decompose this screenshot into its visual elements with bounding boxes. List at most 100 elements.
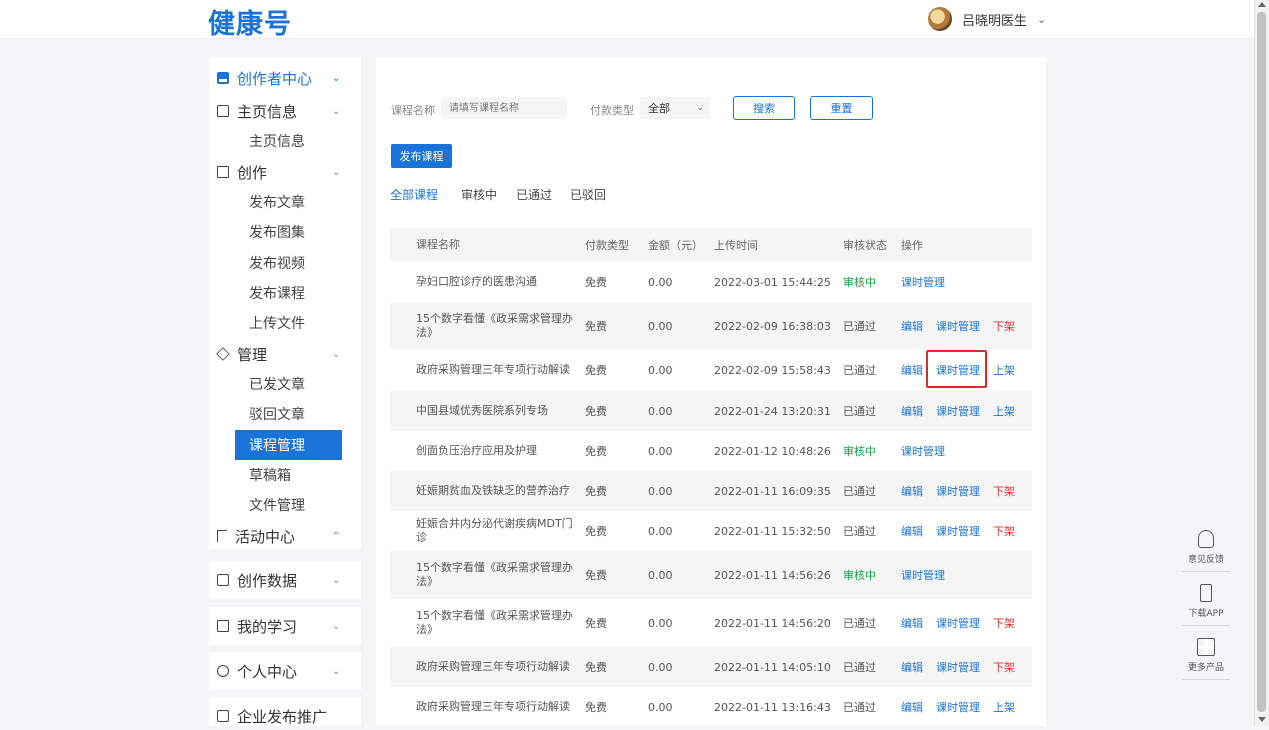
table-row: 政府采购管理三年专项行动解读 免费 0.00 2022-02-09 15:58:43 已… [390, 349, 1032, 391]
sidebar-group-create[interactable]: 创作 ⌄ [209, 158, 361, 186]
sidebar-item-upload-file[interactable]: 上传文件 [209, 309, 361, 337]
edit-action-link[interactable]: 编辑 [901, 647, 923, 687]
lesson-management-link[interactable]: 课时管理 [936, 599, 980, 647]
tab-under-review[interactable]: 审核中 [461, 186, 497, 203]
home-icon [217, 105, 229, 117]
sidebar-item-drafts[interactable]: 草稿箱 [209, 461, 361, 489]
sidebar-group-creation-data[interactable]: 创作数据 ⌄ [209, 566, 361, 594]
lesson-management-link[interactable]: 课时管理 [936, 391, 980, 431]
download-app-button[interactable]: 下载APP [1182, 572, 1230, 626]
sidebar-item-publish-course[interactable]: 发布课程 [209, 279, 361, 307]
sidebar-item-rejected-articles[interactable]: 驳回文章 [209, 400, 361, 428]
user-menu[interactable]: 吕晓明医生 ⌄ [928, 6, 1046, 32]
take-down-link[interactable]: 下架 [993, 303, 1015, 349]
sidebar-item-label: 上传文件 [249, 316, 305, 332]
pay-type-value: 全部 [648, 102, 670, 115]
put-on-shelf-link[interactable]: 上架 [993, 349, 1015, 391]
more-products-button[interactable]: 更多产品 [1182, 626, 1230, 680]
sidebar-item-publish-video[interactable]: 发布视频 [209, 249, 361, 277]
edit-action-link[interactable]: 编辑 [901, 511, 923, 551]
put-on-shelf-link[interactable]: 上架 [993, 391, 1015, 431]
sidebar-group-activity-center[interactable]: 活动中心 ^ [209, 522, 361, 550]
sidebar-item-published-articles[interactable]: 已发文章 [209, 370, 361, 398]
status-cell: 已通过 [843, 405, 876, 418]
take-down-link[interactable]: 下架 [993, 599, 1015, 647]
lesson-management-link[interactable]: 课时管理 [936, 687, 980, 727]
sidebar-group-home-info[interactable]: 主页信息 ⌄ [209, 97, 361, 125]
status-cell: 审核中 [843, 276, 876, 289]
amount-cell: 0.00 [648, 444, 673, 458]
pay-type-cell: 免费 [585, 485, 607, 498]
chevron-down-icon: ⌄ [332, 348, 341, 360]
table-row: 中国县域优秀医院系列专场 免费 0.00 2022-01-24 13:20:31 已通过… [390, 391, 1032, 431]
status-cell: 已通过 [843, 661, 876, 674]
sidebar-group-manage[interactable]: 管理 ⌄ [209, 340, 361, 368]
edit-icon [217, 166, 229, 178]
pay-type-select[interactable]: 全部 ⌄ [640, 97, 710, 119]
pay-type-label: 付款类型 [590, 104, 634, 117]
lesson-management-link[interactable]: 课时管理 [901, 261, 945, 303]
sidebar-group-my-learning[interactable]: 我的学习 ⌄ [209, 612, 361, 640]
scroll-thumb[interactable] [1257, 12, 1266, 712]
table-row: 政府采购管理三年专项行动解读 免费 0.00 2022-01-11 13:16:43 已… [390, 687, 1032, 727]
top-bar: 健康号 吕晓明医生 ⌄ [0, 0, 1255, 41]
edit-action-link[interactable]: 编辑 [901, 303, 923, 349]
sidebar-item-course-management[interactable]: 课程管理 [235, 430, 342, 460]
lesson-management-link[interactable]: 课时管理 [901, 431, 945, 471]
publish-course-button[interactable]: 发布课程 [391, 144, 452, 168]
chevron-down-icon[interactable]: ⌄ [1037, 13, 1046, 26]
edit-action-link[interactable]: 编辑 [901, 687, 923, 727]
upload-time-cell: 2022-03-01 15:44:25 [714, 275, 831, 289]
upload-time-cell: 2022-02-09 16:38:03 [714, 319, 831, 333]
edit-action-link[interactable]: 编辑 [901, 349, 923, 391]
avatar[interactable] [928, 7, 952, 31]
sidebar-item-publish-gallery[interactable]: 发布图集 [209, 218, 361, 246]
scroll-down-arrow-icon[interactable] [1258, 717, 1266, 722]
lesson-management-link[interactable]: 课时管理 [936, 647, 980, 687]
sidebar-group-label: 管理 [237, 345, 268, 364]
sidebar-item-publish-article[interactable]: 发布文章 [209, 188, 361, 216]
chevron-down-icon: ⌄ [332, 72, 341, 84]
edit-action-link[interactable]: 编辑 [901, 471, 923, 511]
floating-toolbar: 意见反馈 下载APP 更多产品 [1182, 518, 1230, 680]
tab-approved[interactable]: 已通过 [516, 186, 552, 203]
column-header-name: 课程名称 [416, 237, 460, 251]
sidebar-group-creator-center[interactable]: 创作者中心 ⌄ [209, 64, 361, 92]
edit-action-link[interactable]: 编辑 [901, 391, 923, 431]
logo[interactable]: 健康号 [208, 2, 292, 41]
user-name[interactable]: 吕晓明医生 [962, 10, 1027, 29]
lesson-management-link[interactable]: 课时管理 [936, 303, 980, 349]
lesson-management-link[interactable]: 课时管理 [936, 511, 980, 551]
page-scrollbar[interactable] [1254, 0, 1269, 726]
column-header-actions: 操作 [901, 238, 923, 252]
course-name-cell: 妊娠期贫血及铁缺乏的营养治疗 [416, 484, 570, 497]
scroll-up-arrow-icon[interactable] [1258, 2, 1266, 7]
lesson-management-link[interactable]: 课时管理 [936, 349, 980, 391]
sidebar-item-file-management[interactable]: 文件管理 [209, 491, 361, 519]
status-cell: 已通过 [843, 701, 876, 714]
sidebar-card-my-learning: 我的学习 ⌄ [209, 607, 361, 645]
feedback-button[interactable]: 意见反馈 [1182, 518, 1230, 572]
sidebar-item-home-info[interactable]: 主页信息 [209, 127, 361, 155]
reset-button[interactable]: 重置 [810, 96, 873, 120]
take-down-link[interactable]: 下架 [993, 511, 1015, 551]
search-button[interactable]: 搜索 [733, 96, 795, 120]
edit-action-link[interactable]: 编辑 [901, 599, 923, 647]
lesson-management-link[interactable]: 课时管理 [936, 471, 980, 511]
put-on-shelf-link[interactable]: 上架 [993, 687, 1015, 727]
course-name-cell: 孕妇口腔诊疗的医患沟通 [416, 275, 537, 288]
course-name-cell: 创面负压治疗应用及护理 [416, 444, 537, 457]
tab-rejected[interactable]: 已驳回 [570, 186, 606, 203]
sidebar-group-personal-center[interactable]: 个人中心 ⌄ [209, 657, 361, 685]
table-row: 妊娠期贫血及铁缺乏的营养治疗 免费 0.00 2022-01-11 16:09:35 已… [390, 471, 1032, 511]
take-down-link[interactable]: 下架 [993, 471, 1015, 511]
building-icon [217, 710, 229, 722]
course-name-input[interactable] [441, 97, 567, 119]
take-down-link[interactable]: 下架 [993, 647, 1015, 687]
status-cell: 已通过 [843, 485, 876, 498]
status-cell: 审核中 [843, 569, 876, 582]
feedback-label: 意见反馈 [1187, 555, 1224, 565]
download-app-label: 下载APP [1188, 609, 1224, 619]
tab-all-courses[interactable]: 全部课程 [390, 186, 438, 203]
lesson-management-link[interactable]: 课时管理 [901, 551, 945, 599]
